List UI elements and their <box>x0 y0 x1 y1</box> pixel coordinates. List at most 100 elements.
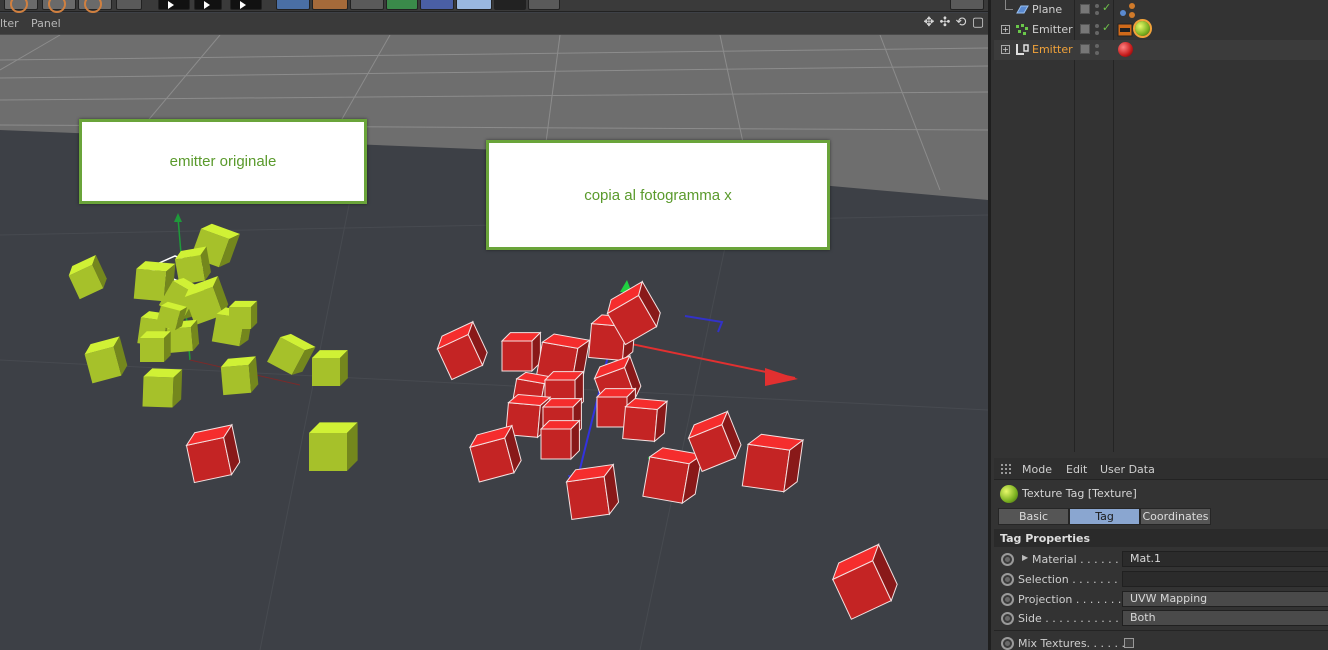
green-particle-cube <box>220 356 259 396</box>
viewport-scene[interactable] <box>0 0 988 650</box>
editor-visibility-dot[interactable] <box>1095 24 1099 28</box>
object-manager: Plane ✓ + Emitter ✓ + Emitter <box>994 0 1328 452</box>
divider <box>994 630 1328 631</box>
object-row-emitter[interactable]: + Emitter ✓ <box>994 19 1328 40</box>
tab-tag[interactable]: Tag <box>1069 508 1140 525</box>
texture-tag-icon <box>1000 485 1018 503</box>
object-name: Plane <box>1032 3 1063 16</box>
mograph-button[interactable] <box>386 0 418 10</box>
menu-panel[interactable]: Panel <box>31 17 61 30</box>
editor-visibility-dot[interactable] <box>1095 44 1099 48</box>
layout-button[interactable] <box>950 0 984 10</box>
prop-row-side: Side . . . . . . . . . . . . Both <box>994 608 1328 628</box>
animate-radio[interactable] <box>1001 612 1014 625</box>
object-row-emitter-active[interactable]: + Emitter <box>994 40 1328 60</box>
render-visibility-dot[interactable] <box>1095 51 1099 55</box>
annotation-emitter-originale: emitter originale <box>79 119 367 204</box>
expand-toggle[interactable]: + <box>1001 45 1010 54</box>
null-tags-icon[interactable] <box>1118 1 1140 19</box>
timeline-button[interactable] <box>116 0 142 10</box>
layer-flag-icon[interactable] <box>1080 44 1090 54</box>
prop-row-mix-textures: Mix Textures. . . . . . <box>994 633 1328 650</box>
object-name: Emitter <box>1032 43 1073 56</box>
green-particle-cube <box>140 331 171 362</box>
menu-edit[interactable]: Edit <box>1066 463 1087 476</box>
projection-dropdown[interactable]: UVW Mapping <box>1122 591 1328 607</box>
cube-primitive-button[interactable] <box>276 0 310 10</box>
texture-tag-green-icon[interactable] <box>1133 19 1152 38</box>
material-link-field[interactable]: Mat.1 <box>1122 551 1328 567</box>
layer-emitter-icon <box>1016 44 1029 55</box>
record-keyframe-button[interactable] <box>4 0 38 13</box>
tab-coordinates[interactable]: Coordinates <box>1140 508 1211 525</box>
mix-textures-checkbox[interactable] <box>1124 638 1134 648</box>
red-particle-cube <box>539 419 581 461</box>
expand-toggle[interactable]: + <box>1001 25 1010 34</box>
object-name: Emitter <box>1032 23 1073 36</box>
prop-label: Selection . . . . . . . . <box>1018 573 1125 586</box>
texture-tag-red-icon[interactable] <box>1118 42 1133 57</box>
column-divider <box>1113 0 1114 452</box>
enabled-check-icon[interactable]: ✓ <box>1102 21 1111 34</box>
object-row-plane[interactable]: Plane ✓ <box>994 0 1328 20</box>
grip-icon[interactable] <box>1000 463 1012 475</box>
menu-mode[interactable]: Mode <box>1022 463 1052 476</box>
cache-tag-icon[interactable] <box>1117 22 1133 38</box>
green-particle-cube <box>309 422 358 471</box>
spline-button[interactable] <box>312 0 348 10</box>
render-visibility-dot[interactable] <box>1095 31 1099 35</box>
layer-flag-icon[interactable] <box>1080 4 1090 14</box>
nurbs-button[interactable] <box>350 0 384 10</box>
animate-radio[interactable] <box>1001 593 1014 606</box>
autokey-button[interactable] <box>42 0 76 13</box>
menu-filter[interactable]: lter <box>0 17 19 30</box>
expand-arrow-icon[interactable]: ▶ <box>1022 553 1028 562</box>
plane-icon <box>1016 5 1029 14</box>
editor-visibility-dot[interactable] <box>1095 4 1099 8</box>
tag-properties-section: Tag Properties <box>994 529 1328 547</box>
camera-button[interactable] <box>494 0 526 10</box>
menu-user-data[interactable]: User Data <box>1100 463 1155 476</box>
prop-label: Projection . . . . . . . <box>1018 593 1122 606</box>
prop-label: Material . . . . . . . . <box>1032 553 1133 566</box>
green-particle-cube <box>229 300 258 329</box>
enabled-check-icon[interactable]: ✓ <box>1102 1 1111 14</box>
play-forward-button[interactable] <box>194 0 222 10</box>
layer-flag-icon[interactable] <box>1080 24 1090 34</box>
scene-button[interactable] <box>456 0 492 10</box>
attribute-title: Texture Tag [Texture] <box>1022 487 1137 500</box>
tree-line <box>1005 0 1013 10</box>
animate-radio[interactable] <box>1001 573 1014 586</box>
maximize-view-icon[interactable]: ▢ <box>971 16 985 30</box>
light-button[interactable] <box>528 0 560 10</box>
viewport-menu-bar: lter Panel ✥ ✣ ⟲ ▢ <box>0 13 988 35</box>
prop-row-selection: Selection . . . . . . . . <box>994 569 1328 589</box>
animate-radio[interactable] <box>1001 553 1014 566</box>
deformer-button[interactable] <box>420 0 454 10</box>
side-dropdown[interactable]: Both <box>1122 610 1328 626</box>
red-particle-cube <box>500 331 542 373</box>
rotate-view-icon[interactable]: ⟲ <box>954 16 968 30</box>
attribute-manager: Mode Edit User Data Texture Tag [Texture… <box>994 458 1328 650</box>
tab-basic[interactable]: Basic <box>998 508 1069 525</box>
render-button[interactable] <box>230 0 262 10</box>
prop-label: Mix Textures. . . . . . <box>1018 637 1126 650</box>
column-divider <box>1074 0 1075 452</box>
animate-radio[interactable] <box>1001 637 1014 650</box>
red-particle-cube <box>565 463 620 521</box>
render-visibility-dot[interactable] <box>1095 11 1099 15</box>
prop-label: Side . . . . . . . . . . . . <box>1018 612 1126 625</box>
pan-view-icon[interactable]: ✣ <box>938 16 952 30</box>
play-button[interactable] <box>158 0 190 10</box>
selection-field[interactable] <box>1122 571 1328 587</box>
attribute-menu-bar: Mode Edit User Data <box>994 458 1328 480</box>
main-toolbar <box>0 0 988 13</box>
attribute-title-row: Texture Tag [Texture] <box>994 482 1328 504</box>
green-particle-cube <box>312 350 348 386</box>
3d-viewport[interactable]: lter Panel ✥ ✣ ⟲ ▢ emitter originale cop… <box>0 0 988 650</box>
red-particle-cube <box>741 433 805 493</box>
keyframe-selection-button[interactable] <box>78 0 112 13</box>
move-view-icon[interactable]: ✥ <box>922 16 936 30</box>
right-panel: Plane ✓ + Emitter ✓ + Emitter Mode Edit … <box>988 0 1328 650</box>
prop-row-material: ▶ Material . . . . . . . . Mat.1 <box>994 549 1328 569</box>
